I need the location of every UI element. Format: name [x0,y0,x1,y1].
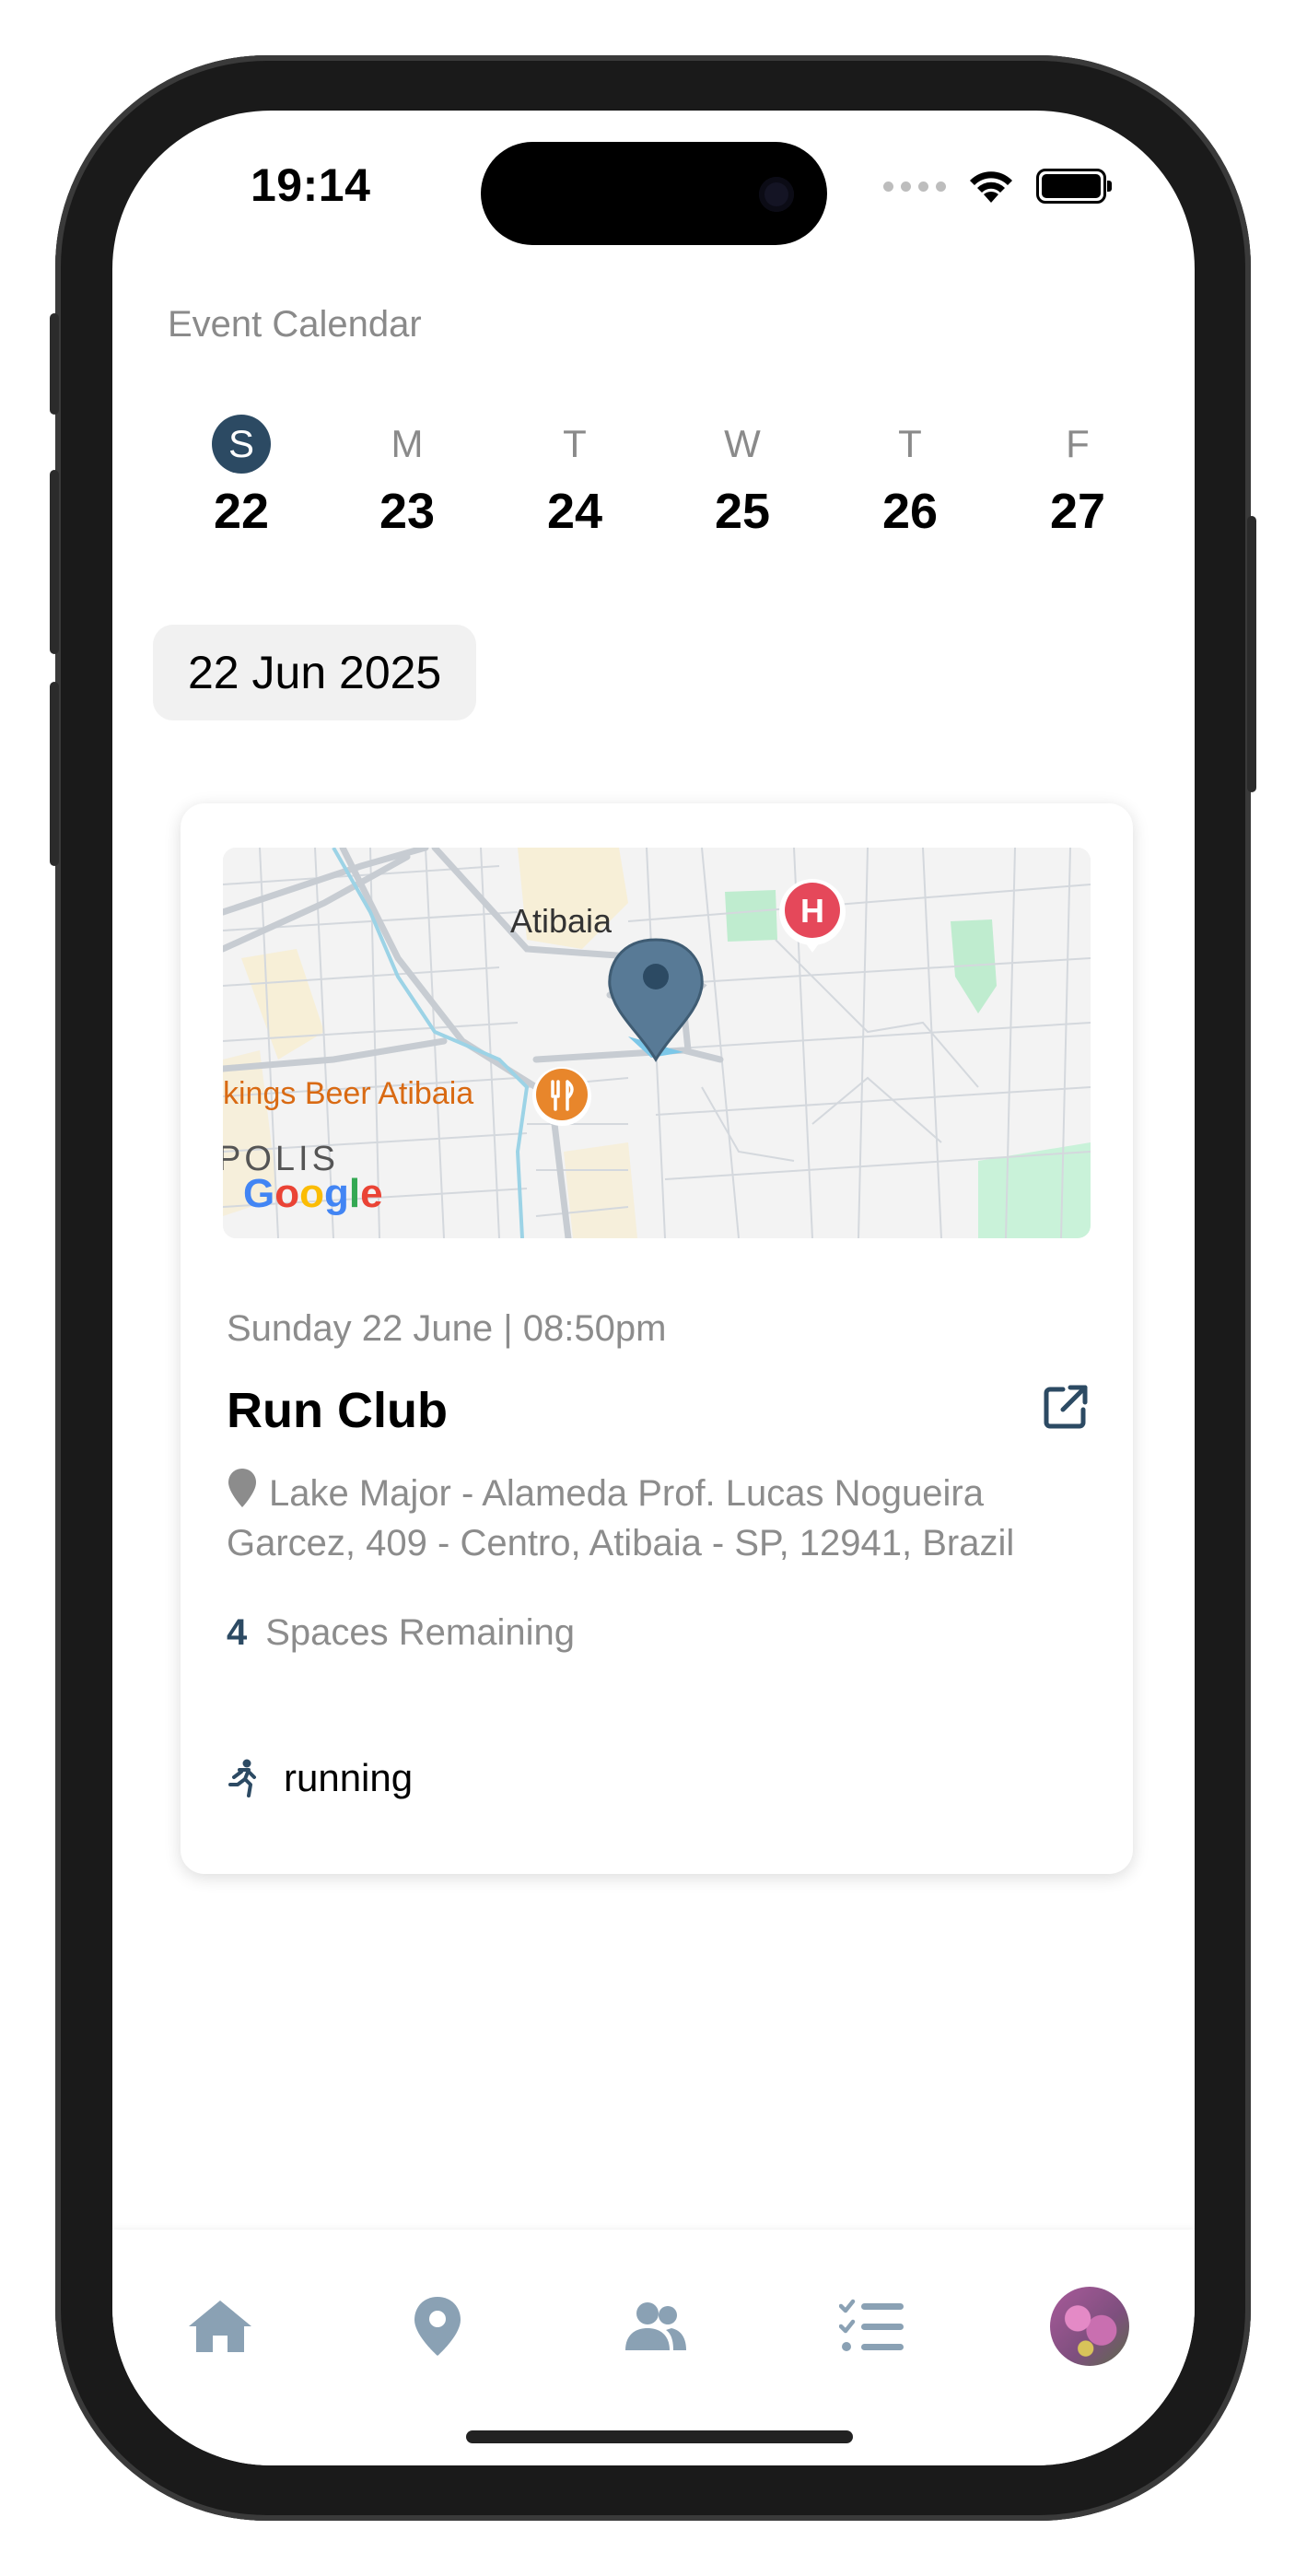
day-number: 22 [213,484,270,539]
google-logo: Google [243,1171,383,1216]
home-icon [189,2301,251,2352]
selected-date-pill: 22 Jun 2025 [153,625,477,720]
day-number: 23 [379,484,436,539]
activity-label: running [284,1756,414,1799]
event-title: Run Club [227,1383,448,1438]
day-number: 25 [714,484,771,539]
volume-up-button [50,470,59,654]
map-city-label: Atibaia [510,902,613,940]
day-tuesday[interactable]: T 24 [510,415,639,540]
checklist-icon [839,2299,904,2351]
signal-icon [883,181,946,192]
day-letter: T [563,422,587,465]
day-sunday[interactable]: S 22 [177,415,306,540]
day-number: 26 [881,484,939,539]
tab-map[interactable] [396,2285,479,2368]
power-button [1247,516,1256,792]
week-strip: S 22 M 23 T 24 W 25 T 26 F 27 [149,415,1172,553]
tab-groups[interactable] [613,2285,696,2368]
day-wednesday[interactable]: W 25 [678,415,807,540]
volume-down-button [50,682,59,866]
section-title: Event Calendar [168,304,422,345]
status-icons [883,168,1112,205]
running-icon [228,1759,256,1797]
location-icon [414,2297,461,2356]
restaurant-marker-icon [532,1067,591,1126]
group-icon [625,2302,686,2350]
external-link-icon[interactable] [1041,1382,1091,1432]
tab-profile[interactable] [1048,2285,1131,2368]
day-letter: W [724,422,761,465]
svg-text:H: H [800,892,824,930]
day-letter: T [898,422,922,465]
avatar [1050,2287,1129,2366]
mute-switch [50,313,59,415]
status-time: 19:14 [251,159,371,211]
map-graphic: Atibaia kings Beer Atibaia POLIS Google [223,848,1091,1238]
tab-tasks[interactable] [831,2285,914,2368]
event-address-text: Lake Major - Alameda Prof. Lucas Nogueir… [227,1473,1015,1563]
activity-tag: running [227,1756,413,1800]
battery-icon [1036,169,1112,204]
day-thursday[interactable]: T 26 [846,415,974,540]
event-card[interactable]: Atibaia kings Beer Atibaia POLIS Google [181,803,1133,1874]
day-number: 27 [1049,484,1106,539]
spaces-count: 4 [227,1612,248,1653]
day-letter: M [391,422,424,465]
map-poi-label: kings Beer Atibaia [223,1076,473,1111]
dynamic-island [481,142,827,245]
app-screen: 19:14 Event Calendar S 22 M 23 T 24 W 25… [112,111,1195,2465]
map-pin-icon [228,1469,256,1507]
wifi-icon [970,171,1012,203]
day-monday[interactable]: M 23 [343,415,472,540]
event-map[interactable]: Atibaia kings Beer Atibaia POLIS Google [223,848,1091,1238]
tab-home[interactable] [179,2285,262,2368]
event-address: Lake Major - Alameda Prof. Lucas Nogueir… [227,1467,1102,1568]
day-number: 24 [546,484,603,539]
spaces-remaining: 4 Spaces Remaining [227,1612,575,1654]
home-indicator [466,2430,853,2443]
spaces-label: Spaces Remaining [265,1612,575,1653]
event-datetime: Sunday 22 June | 08:50pm [227,1308,667,1349]
day-letter-selected: S [212,415,271,474]
day-friday[interactable]: F 27 [1013,415,1142,540]
day-letter: F [1066,422,1090,465]
